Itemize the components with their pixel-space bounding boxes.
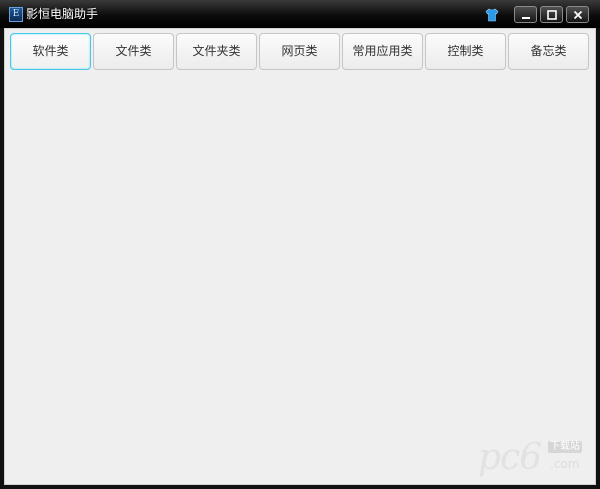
- tab-controls[interactable]: 控制类: [425, 33, 506, 70]
- minimize-button[interactable]: [514, 6, 537, 23]
- watermark-main: pc6: [478, 437, 542, 478]
- maximize-button[interactable]: [540, 6, 563, 23]
- tab-memos[interactable]: 备忘类: [508, 33, 589, 70]
- title-bar[interactable]: E 影恒电脑助手: [0, 0, 600, 28]
- tab-webpages[interactable]: 网页类: [259, 33, 340, 70]
- main-panel: 软件类 文件类 文件夹类 网页类 常用应用类 控制类 备忘类: [4, 28, 596, 485]
- skin-shirt-icon[interactable]: [485, 7, 499, 22]
- close-button[interactable]: [566, 6, 589, 23]
- close-icon: [573, 10, 582, 20]
- tab-folders[interactable]: 文件夹类: [176, 33, 257, 70]
- watermark-domain: .com: [550, 457, 580, 471]
- tab-software[interactable]: 软件类: [10, 33, 91, 70]
- tab-files[interactable]: 文件类: [93, 33, 174, 70]
- app-icon: E: [9, 7, 23, 22]
- category-tab-bar: 软件类 文件类 文件夹类 网页类 常用应用类 控制类 备忘类: [10, 33, 590, 71]
- maximize-icon: [546, 10, 557, 20]
- tab-common-apps[interactable]: 常用应用类: [342, 33, 423, 70]
- watermark-logo: pc6 下载站 .com: [478, 438, 588, 478]
- watermark-cn: 下载站: [548, 441, 582, 453]
- minimize-icon: [521, 17, 530, 19]
- app-window: E 影恒电脑助手 软件类 文件类 文件夹类 网页类 常用应用类 控制类 备忘类 …: [0, 0, 600, 489]
- window-title: 影恒电脑助手: [26, 7, 99, 21]
